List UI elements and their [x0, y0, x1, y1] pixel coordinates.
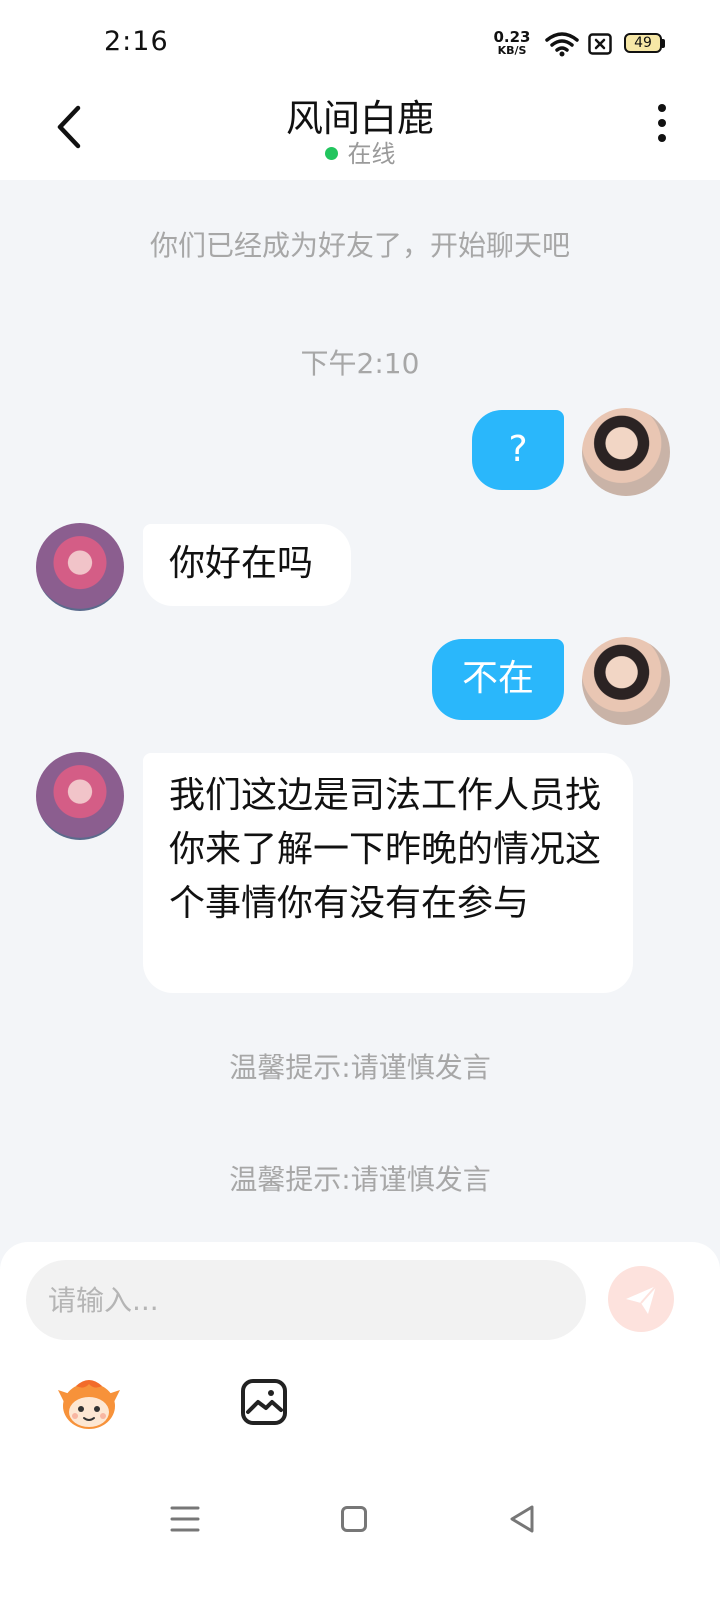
message-bubble-outgoing[interactable]: ? [472, 410, 564, 490]
more-vertical-icon[interactable] [650, 104, 674, 150]
system-notice: 你们已经成为好友了，开始聊天吧 [149, 229, 570, 262]
image-icon[interactable] [240, 1378, 288, 1426]
net-speed: 0.23 KB/S [489, 30, 535, 58]
input-panel [0, 1242, 720, 1600]
status-bar: 2:16 0.23 KB/S 49 [0, 0, 720, 88]
emoji-icon[interactable] [56, 1376, 122, 1432]
self-avatar[interactable] [582, 408, 670, 496]
send-icon [626, 1285, 657, 1314]
message-bubble-incoming[interactable]: 我们这边是司法工作人员找你来了解一下昨晚的情况这个事情你有没有在参与 [143, 753, 633, 993]
net-speed-value: 0.23 [493, 28, 531, 46]
self-avatar[interactable] [582, 637, 670, 725]
message-input[interactable] [26, 1260, 586, 1340]
tip-notice: 温馨提示:请谨慎发言 [229, 1163, 491, 1196]
message-bubble-incoming[interactable]: 你好在吗 [143, 524, 351, 606]
chat-header: 风间白鹿 在线 [0, 88, 720, 180]
message-bubble-outgoing[interactable]: 不在 [432, 639, 564, 720]
online-dot-icon [324, 146, 338, 160]
battery-icon: 49 [624, 33, 666, 55]
contact-avatar[interactable] [36, 523, 124, 611]
online-status-label: 在线 [347, 140, 396, 168]
send-button[interactable] [608, 1266, 674, 1332]
net-speed-unit: KB/S [497, 44, 527, 57]
tip-notice: 温馨提示:请谨慎发言 [229, 1051, 491, 1084]
wifi-icon [545, 32, 579, 57]
message-timestamp: 下午2:10 [300, 347, 420, 380]
contact-avatar[interactable] [36, 752, 124, 840]
sim-blocked-icon [588, 33, 612, 55]
menu-icon[interactable] [170, 1505, 200, 1533]
back-triangle-icon[interactable] [508, 1504, 536, 1534]
online-status: 在线 [0, 134, 720, 169]
status-time: 2:16 [104, 26, 169, 57]
battery-level: 49 [634, 35, 652, 51]
home-icon[interactable] [341, 1506, 367, 1532]
